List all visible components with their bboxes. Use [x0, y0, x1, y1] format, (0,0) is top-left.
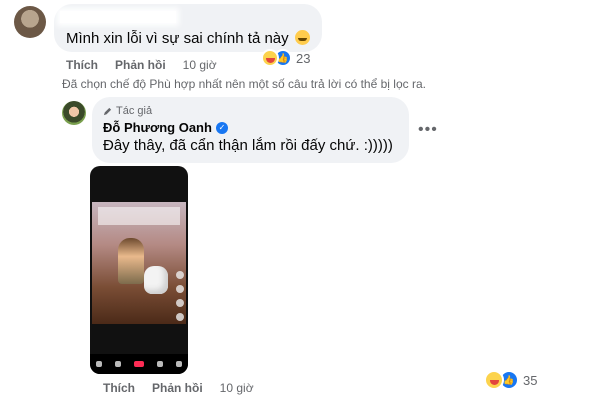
comment-text: Mình xin lỗi vì sự sai chính tả này	[66, 30, 289, 47]
reply-reaction-count: 35	[523, 372, 538, 388]
app-bottom-nav	[90, 354, 188, 374]
author-badge: Tác giả	[103, 105, 152, 117]
like-button[interactable]: Thích	[66, 58, 98, 72]
reply-reply-button[interactable]: Phản hồi	[152, 381, 203, 395]
reaction-summary[interactable]: 👍 23	[261, 49, 310, 67]
verified-badge-icon: ✓	[215, 121, 228, 134]
author-badge-label: Tác giả	[116, 105, 153, 117]
cat-figure	[144, 266, 168, 294]
author-avatar[interactable]	[62, 101, 86, 125]
redacted-commenter-name	[60, 11, 176, 23]
laugh-reaction-icon	[261, 49, 279, 67]
reaction-count: 23	[296, 50, 311, 66]
more-options-icon[interactable]: •••	[418, 122, 438, 138]
reply-text: Đây thây, đã cẩn thận lắm rồi đấy chứ. :…	[103, 137, 393, 154]
author-name[interactable]: Đỗ Phương Oanh	[103, 120, 212, 135]
comment-actions: Thích Phản hồi 10 giờ	[66, 58, 217, 72]
grimace-emoji-icon	[294, 30, 310, 45]
filter-notice: Đã chọn chế độ Phù hợp nhất nên một số c…	[62, 77, 426, 91]
reply-like-button[interactable]: Thích	[103, 381, 135, 395]
video-side-actions	[176, 271, 184, 321]
reply-button[interactable]: Phản hồi	[115, 58, 166, 72]
commenter-avatar[interactable]	[14, 6, 46, 38]
reply-reaction-summary[interactable]: 👍 35	[484, 370, 537, 390]
reply-actions: Thích Phản hồi 10 giờ	[103, 381, 254, 395]
comment-timestamp[interactable]: 10 giờ	[183, 58, 217, 72]
attached-image[interactable]	[90, 166, 188, 374]
comment-text-line: Mình xin lỗi vì sự sai chính tả này	[66, 29, 310, 49]
video-caption-overlay	[98, 207, 180, 225]
author-row: Đỗ Phương Oanh ✓	[103, 120, 228, 135]
laugh-reaction-icon	[484, 370, 504, 390]
phone-status-bar	[90, 166, 188, 180]
pen-icon	[103, 107, 112, 115]
reply-timestamp[interactable]: 10 giờ	[220, 381, 254, 395]
girl-figure	[118, 238, 144, 284]
